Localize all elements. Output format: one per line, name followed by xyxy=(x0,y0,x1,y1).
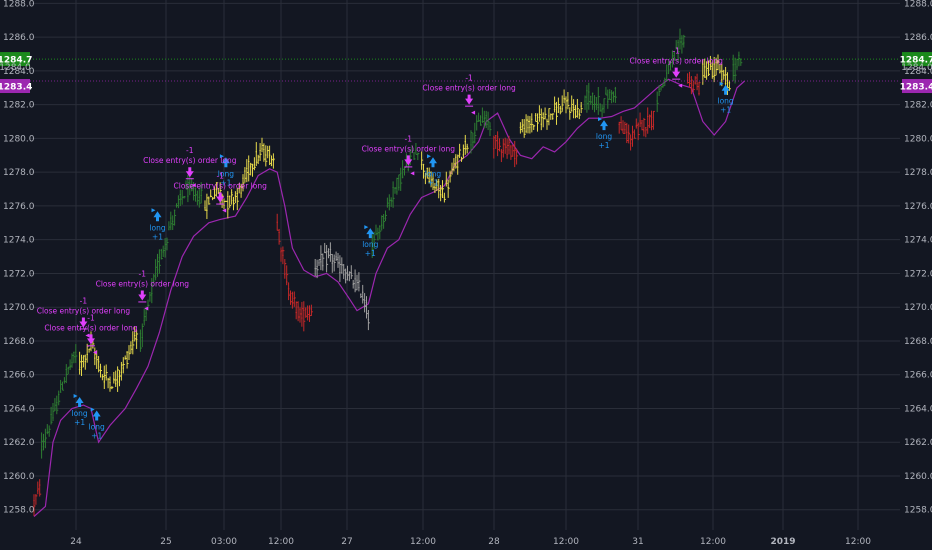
y-tick-label-right: 1270.0 xyxy=(904,303,932,313)
x-tick-label: 12:00 xyxy=(700,537,726,547)
y-tick-label-right: 1264.0 xyxy=(904,404,932,414)
y-tick-label-left: 1264.0 xyxy=(3,404,35,414)
close-order-qty: -1 xyxy=(80,296,88,305)
y-tick-label-left: 1260.0 xyxy=(3,472,35,482)
long-entry-qty: +1 xyxy=(91,431,102,440)
close-order-qty: -1 xyxy=(672,47,680,56)
close-order-arrow-icon xyxy=(465,94,474,105)
y-tick-label-right: 1272.0 xyxy=(904,269,932,279)
y-tick-label-right: 1288.0 xyxy=(904,0,932,9)
close-order-arrow-icon xyxy=(185,167,194,178)
y-tick-label-right: 1280.0 xyxy=(904,134,932,144)
x-tick-label: 31 xyxy=(632,537,643,547)
x-tick-label: 27 xyxy=(341,537,352,547)
y-tick-label-left: 1286.0 xyxy=(3,33,35,43)
long-entry-arrow-icon xyxy=(721,84,730,95)
y-tick-label-left: 1288.0 xyxy=(3,0,35,9)
y-tick-label-right: 1278.0 xyxy=(904,168,932,178)
y-tick-label-right: 1282.0 xyxy=(904,101,932,111)
close-order-qty: -1 xyxy=(139,269,147,278)
y-tick-label-left: 1280.0 xyxy=(3,134,35,144)
x-tick-label: 03:00 xyxy=(211,537,237,547)
y-tick-label-left: 1266.0 xyxy=(3,371,35,381)
x-tick-label: 28 xyxy=(488,537,500,547)
y-tick-label-right: 1266.0 xyxy=(904,371,932,381)
y-tick-label-right: 1260.0 xyxy=(904,472,932,482)
y-tick-label-right: 1276.0 xyxy=(904,202,932,212)
close-order-qty: -1 xyxy=(87,313,95,322)
time-axis[interactable]: 24 25 03:00 12:00 27 12:00 28 12:00 31 12:00 2019 1… xyxy=(70,537,871,547)
x-tick-label: 2019 xyxy=(770,537,795,547)
trade-annotations: long+1long+1long+1long+1long+1long+1long… xyxy=(37,47,734,441)
y-tick-label-right: 1286.0 xyxy=(904,33,932,43)
long-entry-arrow-icon xyxy=(366,228,375,239)
last-price-sublabel-left: 1284.0 xyxy=(0,63,31,73)
long-entry-label: long xyxy=(89,422,105,431)
long-entry-arrow-icon xyxy=(600,120,608,131)
long-entry-label: long xyxy=(425,169,441,178)
close-order-label: Close entry(s) order long xyxy=(44,323,138,332)
x-tick-label: 12:00 xyxy=(410,537,436,547)
long-marker-icon xyxy=(427,154,431,159)
left-price-axis[interactable]: 1258.0 1260.0 1262.0 1264.0 1266.0 1268.0 1270… xyxy=(3,0,35,516)
y-tick-label-left: 1278.0 xyxy=(3,168,35,178)
close-order-qty: -1 xyxy=(216,172,224,181)
long-entry-label: long xyxy=(72,409,88,418)
close-order-label: Close entry(s) order long xyxy=(143,156,237,165)
x-tick-label: 12:00 xyxy=(553,537,579,547)
y-tick-label-left: 1274.0 xyxy=(3,236,35,246)
y-tick-label-right: 1258.0 xyxy=(904,506,932,516)
close-order-arrow-icon xyxy=(138,290,147,301)
close-order-label: Close entry(s) order long xyxy=(630,57,724,66)
long-marker-icon xyxy=(151,208,156,213)
y-tick-label-right: 1274.0 xyxy=(904,236,932,246)
long-entry-qty: +1 xyxy=(427,178,438,187)
trail-price-badge-left-text: 1283.4 xyxy=(0,83,32,93)
y-tick-label-right: 1268.0 xyxy=(904,337,932,347)
close-order-label: Close entry(s) order long xyxy=(96,279,190,288)
long-marker-icon xyxy=(364,225,369,230)
y-tick-label-left: 1276.0 xyxy=(3,202,35,212)
x-tick-label: 12:00 xyxy=(268,537,294,547)
y-tick-label-left: 1258.0 xyxy=(3,506,35,516)
trail-price-badge-right-text: 1283.4 xyxy=(900,83,932,93)
long-entry-arrow-icon xyxy=(153,211,162,222)
long-entry-label: long xyxy=(362,240,378,249)
long-entry-qty: +1 xyxy=(365,249,376,258)
close-order-qty: -1 xyxy=(186,146,194,155)
close-order-label: Close entry(s) order long xyxy=(422,84,516,93)
close-order-label: Close entry(s) order long xyxy=(362,144,456,153)
y-tick-label-left: 1270.0 xyxy=(3,303,35,313)
y-tick-label-left: 1272.0 xyxy=(3,269,35,279)
x-tick-label: 24 xyxy=(70,537,82,547)
x-tick-label: 25 xyxy=(160,537,171,547)
close-order-qty: -1 xyxy=(405,134,413,143)
long-entry-arrow-icon xyxy=(429,157,437,168)
close-order-arrow-icon xyxy=(404,155,413,166)
long-entry-label: long xyxy=(596,132,612,141)
long-entry-label: long xyxy=(149,223,165,232)
right-price-axis[interactable]: 1258.0 1260.0 1262.0 1264.0 1266.0 1268.0 1270… xyxy=(904,0,932,516)
y-tick-label-left: 1262.0 xyxy=(3,438,35,448)
long-entry-label: long xyxy=(718,97,734,106)
close-order-arrow-icon xyxy=(672,67,681,78)
y-tick-label-right: 1262.0 xyxy=(904,438,932,448)
x-tick-label: 12:00 xyxy=(845,537,871,547)
long-entry-qty: +1 xyxy=(152,232,163,241)
long-entry-qty: +1 xyxy=(74,418,85,427)
close-order-label: Close entry(s) order long xyxy=(174,182,268,191)
close-order-arrow-icon xyxy=(216,192,225,203)
close-order-qty: -1 xyxy=(465,74,473,83)
close-marker-icon xyxy=(471,110,476,115)
long-entry-qty: +1 xyxy=(598,141,609,150)
close-marker-icon xyxy=(85,333,90,338)
close-order-label: Close entry(s) order long xyxy=(37,306,131,315)
long-entry-qty: +1 xyxy=(720,106,731,115)
last-price-sublabel-right: 1284.0 xyxy=(901,63,932,73)
y-tick-label-left: 1282.0 xyxy=(3,101,35,111)
candlestick-chart[interactable]: long+1long+1long+1long+1long+1long+1long… xyxy=(0,0,932,550)
y-tick-label-left: 1268.0 xyxy=(3,337,35,347)
